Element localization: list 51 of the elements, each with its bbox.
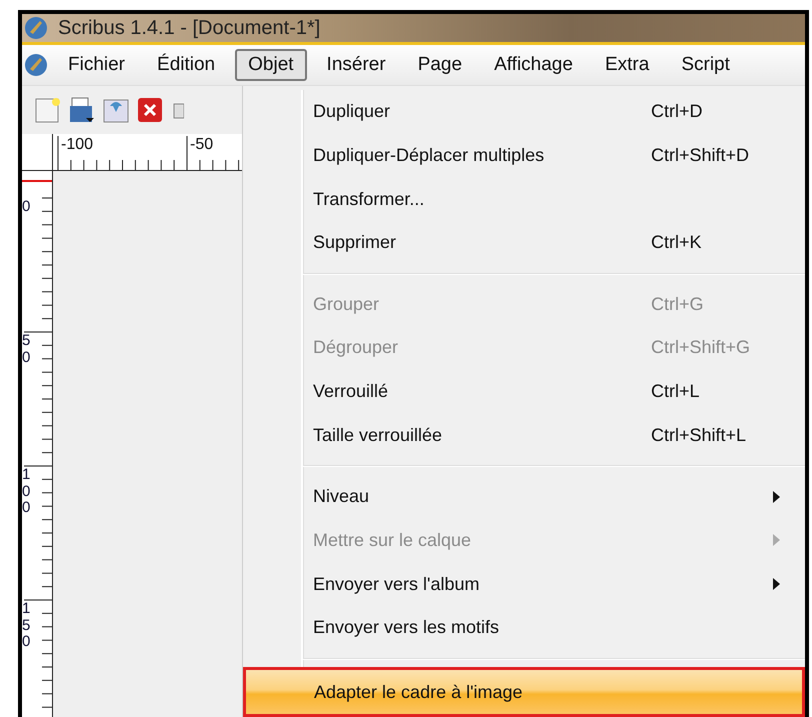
shortcut-label: Ctrl+G — [651, 294, 705, 315]
ruler-label: -50 — [190, 136, 214, 154]
menu-item-label: Dupliquer — [313, 101, 392, 122]
menu-bar-item[interactable]: Édition — [145, 50, 228, 80]
shortcut-label: Ctrl+K — [651, 232, 703, 254]
menu-bar-item[interactable]: Insérer — [314, 50, 398, 80]
close-icon[interactable] — [136, 96, 164, 124]
globe-icon — [24, 16, 48, 40]
menu-item[interactable]: Dupliquer Ctrl+D — [303, 90, 805, 134]
menu-item-label: Dégrouper — [313, 337, 400, 358]
menu-item-label: Dupliquer-Déplacer multiples — [313, 144, 546, 166]
menu-item-label: Taille verrouillée — [313, 424, 444, 446]
menu-item-label: Grouper — [313, 294, 380, 315]
menu-item-label: Mettre sur le calque — [313, 530, 472, 551]
menu-item[interactable]: Transformer... — [303, 177, 805, 221]
folder-icon[interactable] — [68, 96, 96, 124]
shortcut-label: Ctrl+L — [651, 381, 701, 402]
position-marker — [22, 180, 52, 182]
menu-item[interactable]: Envoyer vers l'album — [303, 562, 805, 606]
menu-item-label: Supprimer — [313, 232, 398, 254]
menu-bar-item[interactable]: Objet — [235, 49, 307, 81]
menu-item-label: Transformer... — [313, 188, 426, 210]
menu-item-label: Verrouillé — [313, 381, 390, 402]
menu-bar-item[interactable]: Page — [406, 50, 474, 80]
menu-item[interactable]: Verrouillé Ctrl+L — [303, 370, 805, 414]
menu-item-label: Adapter le cadre à l'image — [314, 682, 524, 703]
menu-bar-item[interactable]: Extra — [592, 50, 662, 80]
shortcut-label: Ctrl+D — [651, 101, 704, 122]
menu-item[interactable]: Niveau — [303, 474, 805, 519]
globe-icon[interactable] — [24, 53, 48, 77]
menu-item-label: Envoyer vers l'album — [313, 574, 480, 595]
menu-item[interactable]: Dupliquer-Déplacer multiples Ctrl+Shift+D — [303, 134, 805, 178]
menu-item-label: Envoyer vers les motifs — [313, 617, 500, 638]
menu-item[interactable]: Taille verrouillée Ctrl+Shift+L — [303, 413, 805, 458]
highlighted-menu-item[interactable]: Adapter le cadre à l'image — [243, 667, 805, 717]
ruler-label: 150 — [22, 601, 32, 650]
ruler-label: 50 — [22, 333, 32, 366]
menu-bar-item[interactable]: Script — [669, 50, 742, 80]
menu-item[interactable]: Envoyer vers les motifs — [303, 606, 805, 650]
menu-bar-item[interactable]: Affichage — [482, 50, 585, 80]
ruler-label: 100 — [22, 467, 32, 516]
new-document-icon[interactable] — [34, 96, 62, 124]
window-title: Scribus 1.4.1 - [Document-1*] — [58, 16, 320, 40]
shortcut-label: Ctrl+Shift+D — [651, 144, 750, 166]
shortcut-label: Ctrl+Shift+G — [651, 337, 752, 358]
menu-item[interactable]: Supprimer Ctrl+K — [303, 220, 805, 265]
menu-item-label: Niveau — [313, 486, 370, 508]
ruler-label: -100 — [61, 136, 94, 154]
menu-bar-item[interactable]: Fichier — [56, 50, 138, 80]
shortcut-label: Ctrl+Shift+L — [651, 424, 748, 446]
ruler-label: 0 — [22, 199, 32, 216]
